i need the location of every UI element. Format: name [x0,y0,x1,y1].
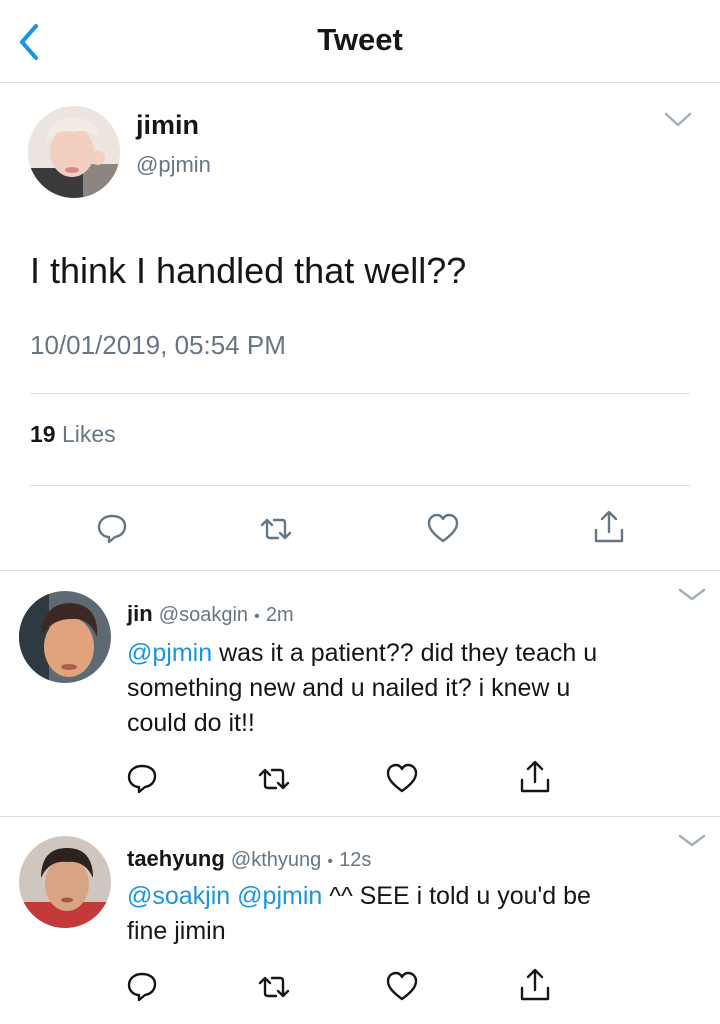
reply-text: @pjmin was it a patient?? did they teach… [127,636,707,741]
reply-author-name[interactable]: taehyung [127,846,225,871]
reply-text-line: @pjmin was it a patient?? did they teach… [127,636,707,671]
reply-header: jin @soakgin • 2m [127,601,294,627]
reply-time: 2m [265,604,294,626]
chevron-down-icon[interactable] [678,834,706,848]
reply-text-segment: ^^ SEE i told u you'd be [322,882,591,910]
chevron-down-icon[interactable] [664,112,692,128]
reply-icon[interactable] [126,970,158,1002]
retweet-icon[interactable] [258,513,294,545]
separator-dot: • [327,853,334,870]
reply-author-handle[interactable]: @kthyung [231,849,321,871]
divider [0,570,720,571]
retweet-icon[interactable] [256,971,292,1003]
share-icon[interactable] [519,760,551,794]
mention-link[interactable]: @soakjin [127,882,230,910]
share-icon[interactable] [519,968,551,1002]
like-icon[interactable] [385,762,419,794]
tweet-text: I think I handled that well?? [30,250,467,291]
reply-author-handle[interactable]: @soakgin [159,604,248,626]
chevron-down-icon[interactable] [678,588,706,602]
divider [30,393,690,394]
mention-link[interactable]: @pjmin [237,882,322,910]
reply-text-segment: was it a patient?? did they teach u [212,639,598,667]
reply-text-line: something new and u nailed it? i knew u [127,674,571,702]
share-icon[interactable] [593,510,625,544]
retweet-icon[interactable] [256,763,292,795]
tweet-timestamp: 10/01/2019, 05:54 PM [30,330,286,360]
divider [0,816,720,817]
likes-label: Likes [61,421,116,447]
like-icon[interactable] [426,512,460,544]
reply-text: @soakjin @pjmin ^^ SEE i told u you'd be… [127,879,707,949]
reply-header: taehyung @kthyung • 12s [127,846,371,872]
reply-text-line: could do it!! [127,709,255,737]
tweet-author-name[interactable]: jimin [136,110,199,141]
reply-icon[interactable] [126,762,158,794]
separator-dot: • [254,608,260,625]
reply-text-line: @soakjin @pjmin ^^ SEE i told u you'd be [127,879,707,914]
reply-text-line: fine jimin [127,917,226,945]
avatar-jimin[interactable] [28,106,120,198]
avatar-taehyung[interactable] [19,836,111,928]
likes-count: 19 [30,421,56,447]
reply-author-name[interactable]: jin [127,601,153,626]
mention-link[interactable]: @pjmin [127,639,212,667]
reply-icon[interactable] [96,512,128,544]
page-title: Tweet [317,22,403,57]
tweet-author-handle[interactable]: @pjmin [136,152,211,178]
divider [30,485,690,486]
avatar-jin[interactable] [19,591,111,683]
like-icon[interactable] [385,970,419,1002]
reply-time: 12s [339,849,372,871]
likes-stat[interactable]: 19 Likes [30,421,116,448]
